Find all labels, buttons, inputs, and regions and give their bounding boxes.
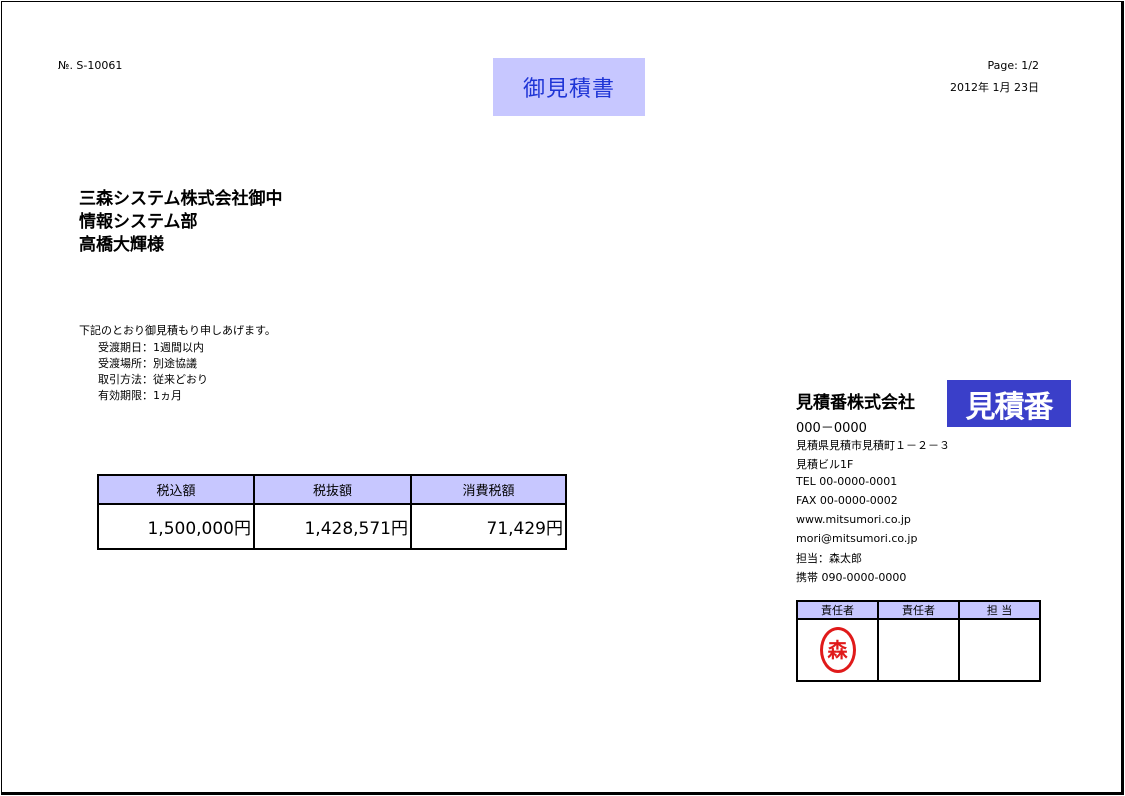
intro-text: 下記のとおり御見積もり申しあげます。 (79, 324, 276, 337)
header-consumption-tax: 消費税額 (410, 474, 567, 505)
recipient-person: 高橋大輝様 (79, 235, 164, 255)
terms-list: 受渡期日：1週間以内 受渡場所：別途協議 取引方法：従来どおり 有効期限：1ヵ月 (98, 340, 208, 404)
issuer-company: 見積番株式会社 (796, 393, 915, 413)
recipient-block: 三森システム株式会社御中 情報システム部 高橋大輝様 (79, 188, 283, 257)
document-number: №. S-10061 (58, 59, 123, 72)
issuer-address1: 見積県見積市見積町１－２－３ (796, 439, 950, 452)
issuer-email: mori@mitsumori.co.jp (796, 532, 918, 545)
amount-header-row: 税込額 税抜額 消費税額 (97, 474, 567, 505)
value-consumption-tax: 71,429円 (410, 503, 567, 550)
amount-table: 税込額 税抜額 消費税額 1,500,000円 1,428,571円 71,42… (97, 474, 567, 550)
value-tax-excluded: 1,428,571円 (253, 503, 412, 550)
term-delivery-date: 受渡期日：1週間以内 (98, 341, 204, 354)
term-validity: 有効期限：1ヵ月 (98, 389, 182, 402)
document-title-box: 御見積書 (493, 58, 645, 116)
header-tax-included: 税込額 (97, 474, 255, 505)
issuer-mobile: 携帯 090-0000-0000 (796, 571, 907, 584)
company-logo: 見積番 (947, 380, 1071, 427)
issuer-postal: 000－0000 (796, 421, 867, 436)
issue-date: 2012年 1月 23日 (950, 81, 1039, 94)
approval-stamp-row: 森 (796, 618, 1041, 682)
approval-header-staff: 担 当 (958, 600, 1041, 620)
stamp-cell-staff (958, 618, 1041, 682)
document-title: 御見積書 (522, 77, 615, 102)
term-transaction-method: 取引方法：従来どおり (98, 373, 208, 386)
value-tax-included: 1,500,000円 (97, 503, 255, 550)
issuer-website: www.mitsumori.co.jp (796, 513, 911, 526)
hanko-seal: 森 (819, 627, 856, 673)
quotation-page: №. S-10061 御見積書 Page: 1/2 2012年 1月 23日 三… (1, 1, 1124, 795)
issuer-fax: FAX 00-0000-0002 (796, 494, 898, 507)
issuer-address2: 見積ビル1F (796, 458, 854, 471)
company-logo-text: 見積番 (965, 389, 1054, 425)
issuer-tel: TEL 00-0000-0001 (796, 475, 898, 488)
issuer-staff: 担当：森太郎 (796, 552, 862, 565)
approval-header-row: 責任者 責任者 担 当 (796, 600, 1041, 620)
term-delivery-place: 受渡場所：別途協議 (98, 357, 197, 370)
stamp-cell-manager-1: 森 (796, 618, 879, 682)
amount-value-row: 1,500,000円 1,428,571円 71,429円 (97, 503, 567, 550)
recipient-company: 三森システム株式会社御中 (79, 189, 283, 209)
header-tax-excluded: 税抜額 (253, 474, 412, 505)
stamp-cell-manager-2 (877, 618, 960, 682)
approval-stamp-table: 責任者 責任者 担 当 森 (796, 600, 1041, 682)
approval-header-manager-1: 責任者 (796, 600, 879, 620)
approval-header-manager-2: 責任者 (877, 600, 960, 620)
page-indicator: Page: 1/2 (987, 59, 1039, 72)
recipient-department: 情報システム部 (79, 212, 198, 232)
